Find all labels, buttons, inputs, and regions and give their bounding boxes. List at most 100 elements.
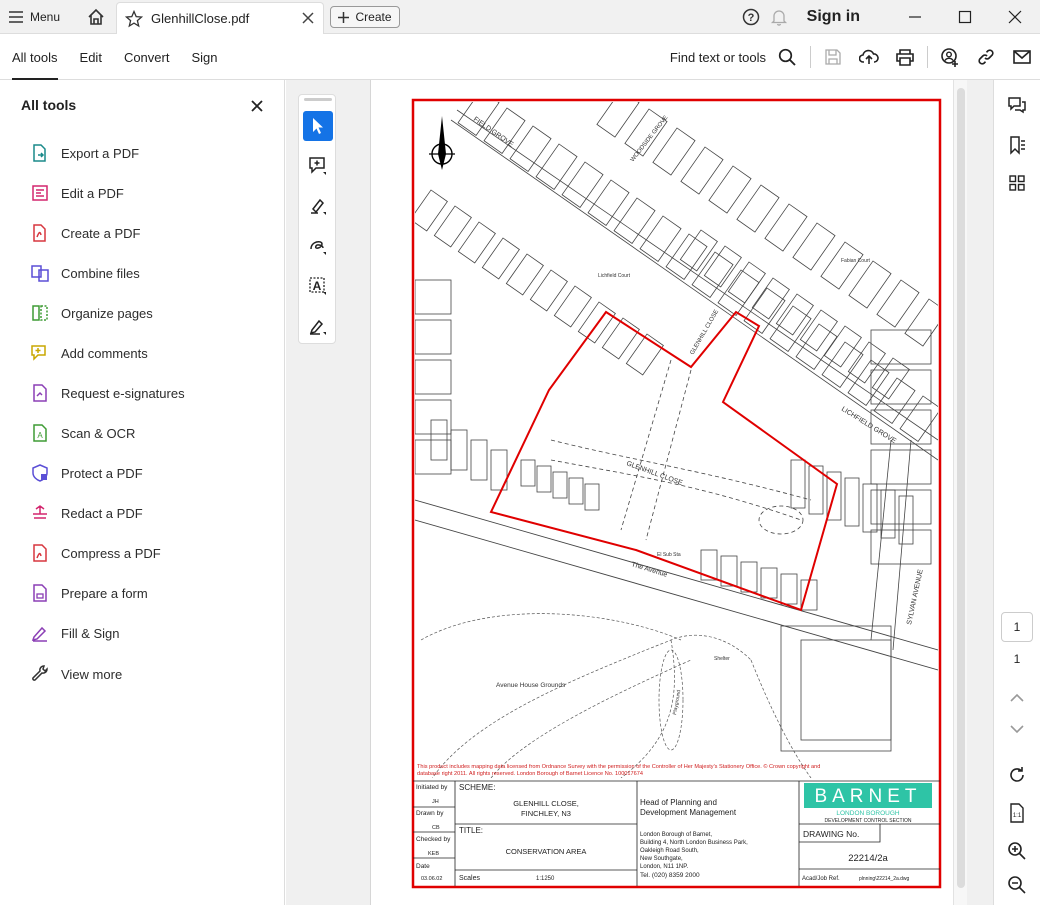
menu-label: Menu [30, 10, 61, 24]
select-tool[interactable] [303, 111, 333, 141]
thumbnails-button[interactable] [1004, 170, 1030, 196]
link-button[interactable] [968, 34, 1004, 80]
panel-title: All tools [21, 97, 77, 113]
save-button[interactable] [815, 34, 851, 80]
tool-combine-files[interactable]: Combine files [30, 261, 140, 285]
menu-button[interactable]: Menu [8, 7, 60, 27]
svg-text:Playground: Playground [672, 689, 682, 715]
bell-icon [770, 10, 787, 26]
actual-size-button[interactable]: 1:1 [1004, 800, 1030, 826]
comments-panel-button[interactable] [1004, 92, 1030, 118]
close-panel-icon[interactable] [251, 100, 263, 112]
export-pdf-icon [30, 143, 50, 163]
help-icon: ? [742, 8, 759, 26]
svg-text:plnning\22214_2a.dwg: plnning\22214_2a.dwg [859, 876, 910, 882]
svg-text:SCHEME:: SCHEME: [459, 783, 495, 792]
draw-tool[interactable] [303, 231, 333, 261]
tool-wrench[interactable]: View more [30, 662, 122, 686]
prepare-form-icon [30, 583, 50, 603]
sign-in-button[interactable]: Sign in [807, 8, 860, 26]
find-text-button[interactable]: Find text or tools [670, 50, 766, 65]
tool-fill-sign[interactable]: Fill & Sign [30, 621, 120, 645]
text-tool[interactable]: A [303, 271, 333, 301]
comments-icon [1008, 97, 1026, 114]
save-icon [825, 49, 841, 65]
rotate-icon [1010, 767, 1024, 782]
zoom-out-button[interactable] [1004, 872, 1030, 898]
page-number-input[interactable]: 1 [1001, 612, 1033, 642]
star-icon[interactable] [125, 9, 143, 28]
edit-pdf-icon [30, 183, 50, 203]
tool-label: Compress a PDF [61, 545, 161, 561]
tool-organize-pages[interactable]: Organize pages [30, 301, 153, 325]
tool-prepare-form[interactable]: Prepare a form [30, 581, 148, 605]
tool-add-comments[interactable]: Add comments [30, 341, 148, 365]
compress-pdf-icon [30, 543, 50, 563]
plus-icon [338, 11, 350, 23]
previous-page-button[interactable] [1004, 685, 1030, 711]
print-button[interactable] [887, 34, 923, 80]
comment-tool[interactable] [303, 151, 333, 181]
copyright-note: This product includes mapping data licen… [417, 764, 821, 777]
tool-redact-pdf[interactable]: Redact a PDF [30, 501, 143, 525]
svg-text:LONDON BOROUGH: LONDON BOROUGH [836, 810, 900, 817]
vertical-scrollbar[interactable] [953, 80, 967, 905]
chevron-up-icon [1010, 693, 1024, 702]
tool-label: Redact a PDF [61, 505, 143, 521]
minimize-button[interactable] [890, 0, 940, 34]
bookmarks-button[interactable] [1004, 132, 1030, 158]
maximize-button[interactable] [940, 0, 990, 34]
tool-request-esignatures[interactable]: Request e-signatures [30, 381, 185, 405]
title-block: Initiated by JH Drawn by CB Checked by K… [413, 780, 940, 886]
svg-text:A: A [313, 279, 322, 293]
next-page-button[interactable] [1004, 716, 1030, 742]
document-tab[interactable]: GlenhillClose.pdf [116, 2, 324, 34]
tool-compress-pdf[interactable]: Compress a PDF [30, 541, 161, 565]
svg-text:GLENHILL CLOSE,: GLENHILL CLOSE, [513, 799, 579, 808]
share-user-button[interactable] [932, 34, 968, 80]
svg-text:CONSERVATION AREA: CONSERVATION AREA [506, 847, 587, 856]
zoom-out-icon [1008, 876, 1026, 894]
email-button[interactable] [1004, 34, 1040, 80]
pdf-page: FIELD GROVE WOODSIDE GROVE GLENHILL CLOS… [370, 80, 955, 905]
svg-text:Tel. (020) 8359 2000: Tel. (020) 8359 2000 [640, 872, 700, 879]
svg-text:WOODSIDE GROVE: WOODSIDE GROVE [630, 115, 670, 163]
tool-scan-ocr[interactable]: A Scan & OCR [30, 421, 135, 445]
zoom-in-button[interactable] [1004, 838, 1030, 864]
conservation-boundary [489, 310, 839, 612]
protect-pdf-icon [30, 463, 50, 483]
document-viewer[interactable]: A FIELD GROVE WOODSIDE GROVE GLENHILL CL… [286, 80, 1003, 905]
tool-label: View more [61, 666, 123, 682]
tool-create-pdf[interactable]: Create a PDF [30, 221, 140, 245]
close-tab-icon[interactable] [301, 11, 315, 25]
bookmark-list-icon [1010, 136, 1025, 155]
tab-sign[interactable]: Sign [191, 34, 217, 80]
tool-label: Export a PDF [61, 145, 140, 161]
add-comments-icon [30, 343, 50, 363]
tool-label: Prepare a form [61, 585, 148, 601]
tab-all-tools[interactable]: All tools [12, 34, 58, 80]
freehand-icon [310, 240, 326, 255]
site-plan-map: FIELD GROVE WOODSIDE GROVE GLENHILL CLOS… [411, 98, 942, 889]
rotate-button[interactable] [1004, 762, 1030, 788]
add-comment-icon [309, 157, 326, 175]
tool-edit-pdf[interactable]: Edit a PDF [30, 181, 124, 205]
upload-button[interactable] [851, 34, 887, 80]
highlight-tool[interactable] [303, 191, 333, 221]
tab-convert[interactable]: Convert [124, 34, 170, 80]
tool-export-pdf[interactable]: Export a PDF [30, 141, 139, 165]
search-button[interactable] [774, 34, 800, 80]
tool-label: Create a PDF [61, 225, 141, 241]
svg-text:Initiated by: Initiated by [416, 784, 448, 791]
create-button[interactable]: Create [330, 6, 400, 28]
tool-protect-pdf[interactable]: Protect a PDF [30, 461, 143, 485]
help-button[interactable]: ? [737, 0, 765, 34]
tab-edit[interactable]: Edit [80, 34, 102, 80]
svg-text:Building 4, North London Busin: Building 4, North London Business Park, [640, 840, 748, 846]
zoom-in-icon [1008, 842, 1026, 860]
tool-label: Fill & Sign [61, 625, 120, 641]
home-button[interactable] [84, 5, 108, 29]
sign-tool[interactable] [303, 311, 333, 341]
notifications-button[interactable] [765, 0, 793, 34]
close-window-button[interactable] [990, 0, 1040, 34]
